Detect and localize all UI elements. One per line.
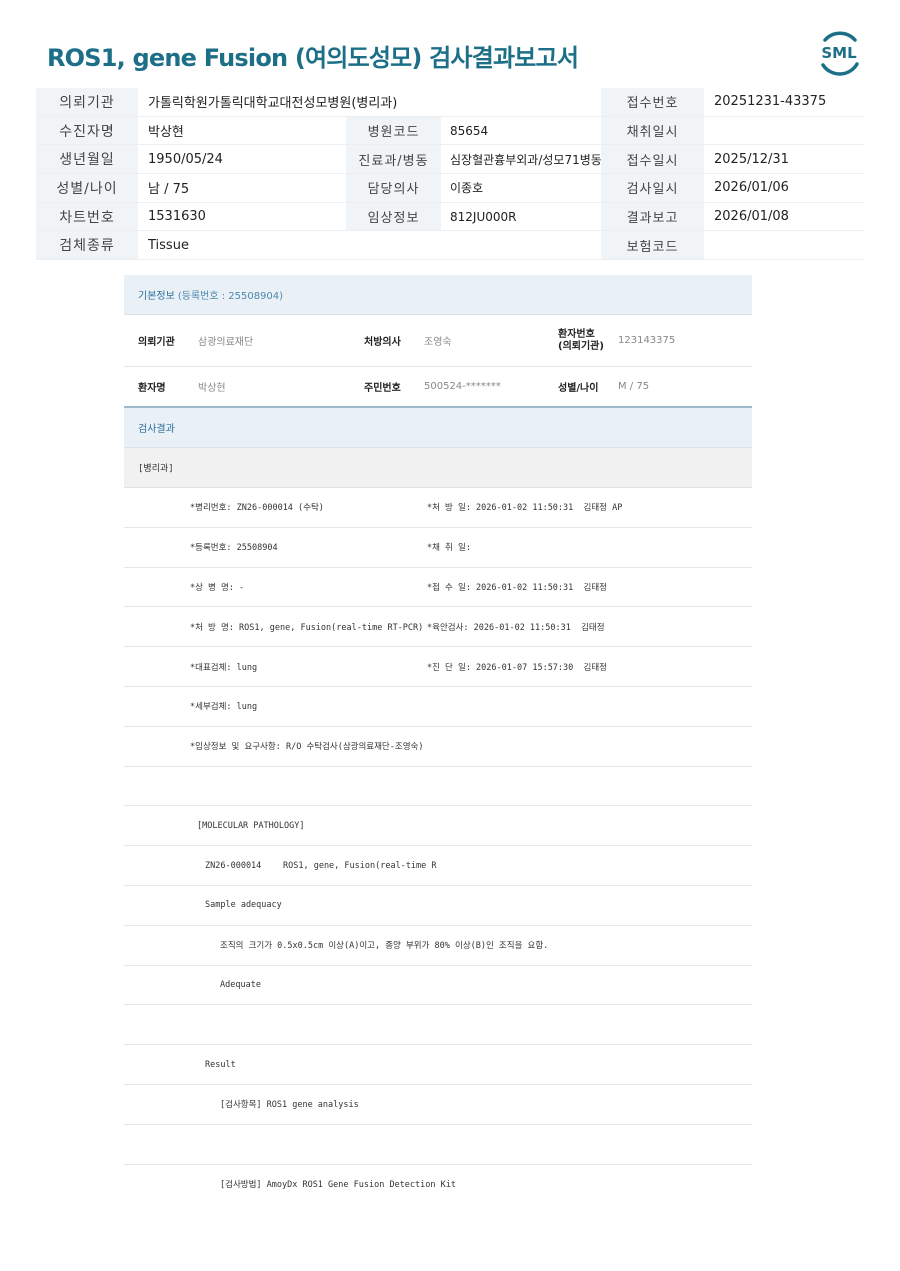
label-result-report: 결과보고 bbox=[601, 202, 704, 231]
label-test-date: 검사일시 bbox=[601, 174, 704, 202]
value-sex-age: 남 / 75 bbox=[148, 182, 190, 198]
header-row-1: 의뢰기관 가톨릭학원가톨릭대학교대전성모병원(병리과) 접수번호 2025123… bbox=[36, 88, 864, 117]
label-reception-date: 접수일시 bbox=[601, 145, 704, 174]
value-requesting-institution: 가톨릭학원가톨릭대학교대전성모병원(병리과) bbox=[148, 96, 398, 112]
blank-line bbox=[124, 1005, 752, 1046]
registration-number: (등록번호 : 25508904) bbox=[177, 291, 284, 302]
molecular-pathology-title: [MOLECULAR PATHOLOGY] bbox=[197, 820, 305, 831]
label-birth-date: 생년월일 bbox=[36, 145, 138, 174]
basic-info-header: 기본정보 (등록번호 : 25508904) bbox=[124, 275, 752, 315]
value-reception-date: 2025/12/31 bbox=[714, 151, 789, 167]
value-resident-number: 500524-******* bbox=[424, 381, 501, 392]
label-patient-name: 수진자명 bbox=[36, 116, 138, 145]
sml-logo-text: SML bbox=[821, 44, 857, 62]
detail-right: *접 수 일: 2026-01-02 11:50:31 김태정 bbox=[427, 582, 607, 593]
detail-line: *병리번호: ZN26-000014 (수탁) *처 방 일: 2026-01-… bbox=[124, 488, 752, 528]
header-row-6: 검체종류 Tissue 보험코드 bbox=[36, 231, 864, 261]
detail-right: *채 취 일: bbox=[427, 543, 471, 554]
sample-adequacy-line: Sample adequacy bbox=[124, 886, 752, 926]
test-method-line: [검사방법] AmoyDx ROS1 Gene Fusion Detection… bbox=[124, 1165, 752, 1205]
sample-adequacy-label: Sample adequacy bbox=[205, 900, 282, 911]
test-method: [검사방법] AmoyDx ROS1 Gene Fusion Detection… bbox=[220, 1180, 456, 1191]
value-patient: 박상현 bbox=[198, 383, 226, 394]
detail-line: *세부검체: lung bbox=[124, 687, 752, 727]
page-title: ROS1, gene Fusion (여의도성모) 검사결과보고서 bbox=[47, 44, 579, 72]
label-reception-number: 접수번호 bbox=[601, 88, 704, 116]
blank-line bbox=[124, 1125, 752, 1165]
label-gender-age: 성별/나이 bbox=[558, 383, 599, 394]
criteria-line: 조직의 크기가 0.5x0.5cm 이상(A)이고, 종양 부위가 80% 이상… bbox=[124, 926, 752, 966]
value-result-report: 2026/01/08 bbox=[714, 209, 789, 225]
header-row-4: 성별/나이 남 / 75 담당의사 이종호 검사일시 2026/01/06 bbox=[36, 174, 864, 203]
detail-line: *상 병 명: - *접 수 일: 2026-01-02 11:50:31 김태… bbox=[124, 568, 752, 608]
test-item-line: [검사항목] ROS1 gene analysis bbox=[124, 1085, 752, 1125]
result-label: Result bbox=[205, 1059, 236, 1070]
label-prescriber: 처방의사 bbox=[364, 337, 401, 348]
label-institution: 의뢰기관 bbox=[138, 337, 175, 348]
result-line: Result bbox=[124, 1045, 752, 1085]
basic-info-title: 기본정보 bbox=[138, 291, 175, 302]
embedded-report: 기본정보 (등록번호 : 25508904) 의뢰기관 삼광의료재단 처방의사 … bbox=[124, 275, 752, 1204]
value-institution: 삼광의료재단 bbox=[198, 337, 254, 348]
molecular-pathology-line: [MOLECULAR PATHOLOGY] bbox=[124, 806, 752, 847]
detail-line: *처 방 명: ROS1, gene, Fusion(real-time RT-… bbox=[124, 607, 752, 648]
label-patient: 환자명 bbox=[138, 383, 166, 394]
value-reception-number: 20251231-43375 bbox=[714, 94, 827, 110]
value-chart-number: 1531630 bbox=[148, 209, 206, 225]
value-test-date: 2026/01/06 bbox=[714, 180, 789, 196]
value-collection-date bbox=[714, 117, 864, 145]
detail-line: *임상정보 및 요구사항: R/O 수탁검사(삼광의료재단-조영숙) bbox=[124, 727, 752, 767]
result-section-header: 검사결과 bbox=[124, 408, 752, 448]
detail-right: *육안검사: 2026-01-02 11:50:31 김태정 bbox=[427, 622, 605, 633]
value-patient-name: 박상현 bbox=[148, 125, 184, 141]
detail-line: *대표검체: lung *진 단 일: 2026-01-07 15:57:30 … bbox=[124, 647, 752, 687]
header-row-5: 차트번호 1531630 임상정보 812JU000R 결과보고 2026/01… bbox=[36, 202, 864, 232]
mp-test-line: ZN26-000014 ROS1, gene, Fusion(real-time… bbox=[124, 846, 752, 886]
pathology-dept-header: [병리과] bbox=[124, 448, 752, 488]
value-gender-age: M / 75 bbox=[618, 381, 650, 392]
detail-right: *진 단 일: 2026-01-07 15:57:30 김태정 bbox=[427, 662, 607, 673]
label-requesting-institution: 의뢰기관 bbox=[36, 88, 138, 116]
label-patient-number: 환자번호 (의뢰기관) bbox=[558, 315, 604, 366]
basic-info-row-1: 의뢰기관 삼광의료재단 처방의사 조영숙 환자번호 (의뢰기관) 1231433… bbox=[124, 315, 752, 367]
label-hospital-code: 병원코드 bbox=[346, 116, 441, 145]
label-chart-number: 차트번호 bbox=[36, 202, 138, 231]
detail-left: *등록번호: 25508904 bbox=[190, 543, 278, 554]
label-clinical-info: 임상정보 bbox=[346, 202, 441, 231]
value-birth-date: 1950/05/24 bbox=[148, 151, 223, 167]
detail-right: *처 방 일: 2026-01-02 11:50:31 김태정 AP bbox=[427, 503, 623, 514]
detail-line: *등록번호: 25508904 *채 취 일: bbox=[124, 528, 752, 568]
detail-left: *임상정보 및 요구사항: R/O 수탁검사(삼광의료재단-조영숙) bbox=[190, 742, 424, 753]
test-item: [검사항목] ROS1 gene analysis bbox=[220, 1100, 359, 1111]
detail-left: *병리번호: ZN26-000014 (수탁) bbox=[190, 503, 324, 514]
detail-left: *상 병 명: - bbox=[190, 582, 245, 593]
label-resident-number: 주민번호 bbox=[364, 383, 401, 394]
detail-left: *처 방 명: ROS1, gene, Fusion(real-time RT-… bbox=[190, 622, 424, 633]
adequacy-value: Adequate bbox=[220, 979, 261, 990]
label-specimen-type: 검체종류 bbox=[36, 231, 138, 260]
label-patient-number-line2: (의뢰기관) bbox=[558, 340, 604, 352]
header-row-2: 수진자명 박상현 병원코드 85654 채취일시 bbox=[36, 116, 864, 146]
value-prescriber: 조영숙 bbox=[424, 337, 452, 348]
adequacy-criteria: 조직의 크기가 0.5x0.5cm 이상(A)이고, 종양 부위가 80% 이상… bbox=[220, 941, 549, 952]
label-department-ward: 진료과/병동 bbox=[346, 145, 441, 174]
value-patient-number: 123143375 bbox=[618, 335, 676, 346]
label-physician: 담당의사 bbox=[346, 174, 441, 202]
sml-logo: SML bbox=[821, 31, 859, 76]
label-insurance-code: 보험코드 bbox=[601, 231, 704, 260]
label-sex-age: 성별/나이 bbox=[36, 174, 138, 202]
value-specimen-type: Tissue bbox=[148, 237, 189, 253]
mp-code: ZN26-000014 bbox=[205, 860, 262, 871]
mp-test-name: ROS1, gene, Fusion(real-time R bbox=[283, 860, 437, 871]
patient-header-table: 의뢰기관 가톨릭학원가톨릭대학교대전성모병원(병리과) 접수번호 2025123… bbox=[36, 88, 864, 261]
label-collection-date: 채취일시 bbox=[601, 116, 704, 145]
detail-left: *대표검체: lung bbox=[190, 662, 258, 673]
header-row-3: 생년월일 1950/05/24 진료과/병동 심장혈관흉부외과/성모71병동/7… bbox=[36, 145, 864, 175]
adequate-line: Adequate bbox=[124, 966, 752, 1006]
basic-info-row-2: 환자명 박상현 주민번호 500524-******* 성별/나이 M / 75 bbox=[124, 367, 752, 408]
value-insurance-code bbox=[714, 231, 864, 259]
detail-left: *세부검체: lung bbox=[190, 702, 258, 713]
label-patient-number-line1: 환자번호 bbox=[558, 328, 595, 340]
blank-line bbox=[124, 767, 752, 807]
